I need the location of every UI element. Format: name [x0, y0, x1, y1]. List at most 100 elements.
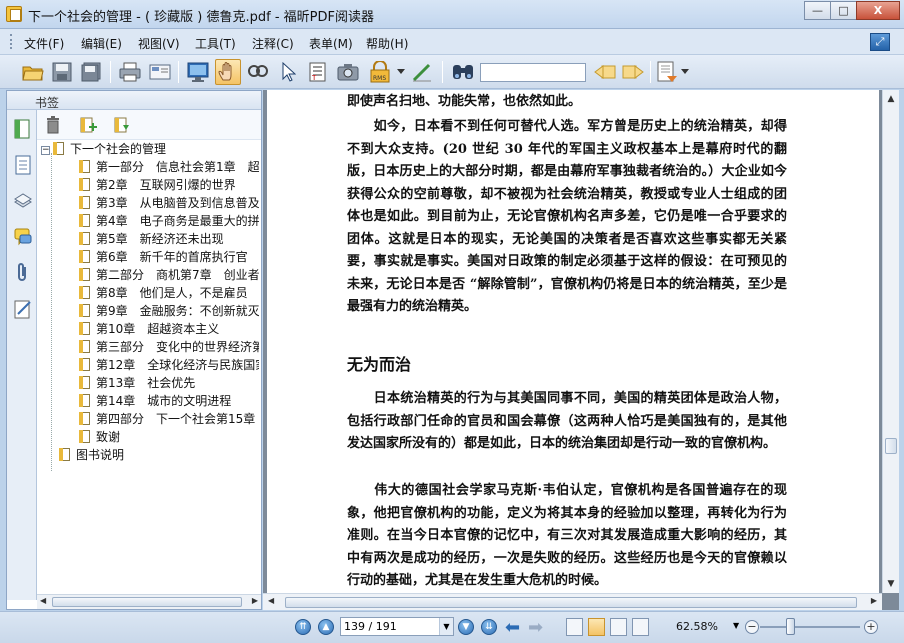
zoom-slider-knob[interactable] [786, 618, 795, 635]
bookmark-item[interactable]: 致谢 [79, 428, 120, 446]
scroll-right-icon[interactable]: ▶ [252, 596, 258, 605]
menu-help[interactable]: 帮助(H) [366, 35, 408, 52]
print-icon[interactable] [117, 59, 143, 85]
select-tool-icon[interactable] [275, 59, 301, 85]
bookmark-item[interactable]: 第3章 从电脑普及到信息普及 [79, 194, 259, 212]
bookmark-icon [79, 358, 90, 371]
bookmark-item[interactable]: 图书说明 [59, 446, 124, 464]
menu-forms[interactable]: 表单(M) [309, 35, 353, 52]
bookmark-item[interactable]: 第12章 全球化经济与民族国家 [79, 356, 259, 374]
bookmark-root[interactable]: − 下一个社会的管理 [41, 140, 166, 158]
bookmark-item[interactable]: 第2章 互联网引爆的世界 [79, 176, 236, 194]
scroll-thumb[interactable] [885, 438, 897, 454]
close-button[interactable]: X [856, 1, 900, 20]
comment-list-icon[interactable] [654, 59, 680, 85]
comment-dropdown-icon[interactable] [680, 59, 690, 85]
collapse-toggle-icon[interactable]: − [41, 146, 50, 155]
add-child-bookmark-icon[interactable] [113, 116, 131, 134]
single-page-view-icon[interactable] [566, 618, 583, 636]
page-number-input[interactable]: 139 / 191 ▼ [340, 617, 454, 636]
first-page-icon[interactable]: ⇈ [295, 619, 311, 635]
save-as-icon[interactable] [79, 59, 105, 85]
bookmark-item[interactable]: 第一部分 信息社会第1章 超 [79, 158, 259, 176]
snapshot-icon[interactable] [335, 59, 361, 85]
scroll-left-icon[interactable]: ◀ [40, 596, 46, 605]
menu-edit[interactable]: 编辑(E) [81, 35, 122, 52]
menu-view[interactable]: 视图(V) [138, 35, 180, 52]
scroll-right-icon[interactable]: ▶ [871, 596, 877, 605]
hand-tool-icon[interactable] [215, 59, 241, 85]
paragraph: 日本统治精英的行为与其美国同事不同，美国的精英团体是政治人物，包括行政部门任命的… [347, 391, 787, 451]
facing-view-icon[interactable] [610, 618, 627, 636]
delete-bookmark-icon[interactable] [45, 116, 63, 134]
go-back-icon[interactable]: ⬅ [505, 617, 520, 638]
continuous-facing-view-icon[interactable] [632, 618, 649, 636]
document-vscrollbar[interactable]: ▲ ▼ [882, 90, 899, 593]
resize-panel-icon[interactable]: ⤢ [870, 33, 890, 51]
open-icon[interactable] [20, 59, 46, 85]
bookmark-icon [79, 178, 90, 191]
find-icon[interactable] [450, 59, 476, 85]
email-icon[interactable] [147, 59, 173, 85]
bookmarks-tab-icon[interactable] [13, 118, 33, 140]
continuous-view-icon[interactable] [588, 618, 605, 636]
scroll-thumb[interactable] [52, 597, 242, 607]
bookmark-item[interactable]: 第10章 超越资本主义 [79, 320, 219, 338]
previous-page-icon[interactable]: ▲ [318, 619, 334, 635]
bookmark-tree: − 下一个社会的管理 第一部分 信息社会第1章 超 第2章 互联网引爆的世界 第3… [37, 140, 259, 592]
bookmark-item[interactable]: 第14章 城市的文明进程 [79, 392, 231, 410]
fullscreen-icon[interactable] [185, 59, 211, 85]
search-input[interactable] [480, 63, 586, 82]
menu-tools[interactable]: 工具(T) [195, 35, 236, 52]
bookmark-icon [79, 340, 90, 353]
search-prev-icon[interactable] [592, 59, 618, 85]
bookmark-hscrollbar[interactable]: ◀ ▶ [37, 594, 261, 609]
panel-header: 书签 [7, 91, 261, 110]
bookmark-icon [79, 214, 90, 227]
maximize-button[interactable]: □ [830, 1, 857, 20]
bookmark-item[interactable]: 第四部分 下一个社会第15章 [79, 410, 255, 428]
bookmark-item[interactable]: 第4章 电子商务是最重大的拼 [79, 212, 259, 230]
bookmark-item[interactable]: 第6章 新千年的首席执行官 [79, 248, 248, 266]
comments-tab-icon[interactable] [13, 226, 33, 248]
go-forward-icon[interactable]: ➡ [528, 617, 543, 638]
bookmark-item[interactable]: 第13章 社会优先 [79, 374, 195, 392]
bookmark-item[interactable]: 第5章 新经济还未出现 [79, 230, 224, 248]
scroll-thumb[interactable] [285, 597, 857, 608]
attachments-tab-icon[interactable] [13, 262, 33, 284]
zoom-tool-icon[interactable] [245, 59, 271, 85]
zoom-dropdown-icon[interactable]: ▼ [733, 621, 739, 630]
scroll-down-icon[interactable]: ▼ [884, 577, 898, 591]
pdf-page[interactable]: 即使声名扫地、功能失常，也依然如此。 如今，日本看不到任何可替代人选。军方曾是历… [267, 90, 879, 593]
toolbar: T RMS [0, 55, 904, 89]
next-page-icon[interactable]: ▼ [458, 619, 474, 635]
document-hscrollbar[interactable]: ◀ ▶ [263, 593, 882, 610]
rms-lock-icon[interactable]: RMS [367, 59, 393, 85]
bookmark-item[interactable]: 第9章 金融服务：不创新就灭 [79, 302, 259, 320]
save-icon[interactable] [49, 59, 75, 85]
minimize-button[interactable]: — [804, 1, 831, 20]
layers-tab-icon[interactable] [13, 190, 33, 212]
zoom-in-icon[interactable]: + [864, 620, 878, 634]
zoom-out-icon[interactable]: − [745, 620, 759, 634]
rms-dropdown-icon[interactable] [395, 59, 407, 85]
add-bookmark-icon[interactable] [79, 116, 97, 134]
menu-file[interactable]: 文件(F) [24, 35, 64, 52]
foxit-app-icon [6, 6, 22, 22]
bookmark-item[interactable]: 第8章 他们是人，不是雇员 [79, 284, 248, 302]
scroll-left-icon[interactable]: ◀ [268, 596, 274, 605]
sign-icon[interactable] [409, 59, 435, 85]
search-next-icon[interactable] [620, 59, 646, 85]
menu-comments[interactable]: 注释(C) [252, 35, 294, 52]
text-select-icon[interactable]: T [305, 59, 331, 85]
zoom-slider-track[interactable] [760, 626, 860, 628]
menu-grip[interactable] [10, 34, 13, 49]
bookmark-item[interactable]: 第三部分 变化中的世界经济第 [79, 338, 259, 356]
last-page-icon[interactable]: ⇊ [481, 619, 497, 635]
scroll-up-icon[interactable]: ▲ [884, 92, 898, 106]
signatures-tab-icon[interactable] [13, 298, 33, 320]
bookmark-item[interactable]: 第二部分 商机第7章 创业者 [79, 266, 259, 284]
pages-tab-icon[interactable] [13, 154, 33, 176]
zoom-level[interactable]: 62.58% [676, 620, 718, 633]
page-dropdown-icon[interactable]: ▼ [439, 618, 453, 635]
